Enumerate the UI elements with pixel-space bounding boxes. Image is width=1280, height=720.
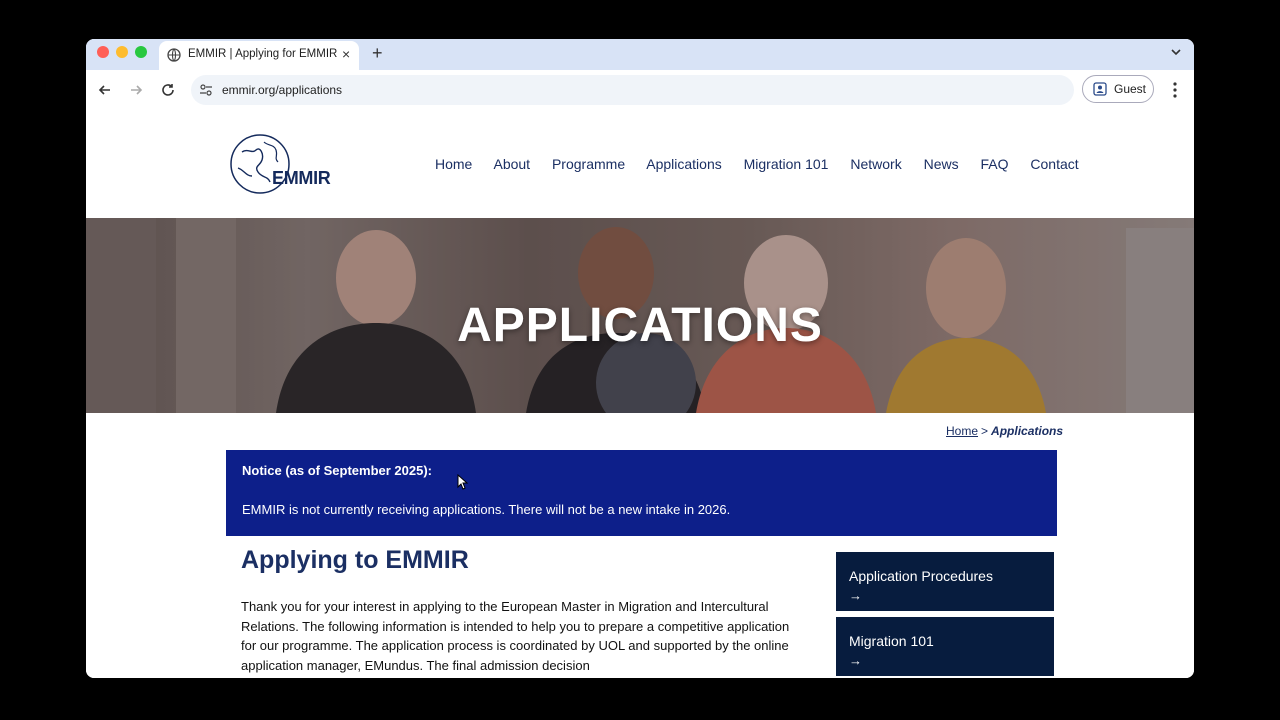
intro-paragraph: Thank you for your interest in applying … xyxy=(241,599,790,673)
notice-title: Notice (as of September 2025): xyxy=(242,463,433,478)
sidebar-link-application-procedures[interactable]: Application Procedures → xyxy=(836,552,1054,611)
close-window-button[interactable] xyxy=(97,46,109,58)
browser-toolbar: emmir.org/applications Guest xyxy=(86,70,1194,110)
web-page: EMMIR Home About Programme Applications … xyxy=(86,110,1194,678)
tab-strip: EMMIR | Applying for EMMIR × + xyxy=(86,39,1194,70)
reload-icon[interactable] xyxy=(158,80,178,100)
nav-network[interactable]: Network xyxy=(850,156,901,172)
site-settings-icon[interactable] xyxy=(199,83,213,97)
breadcrumb-current: Applications xyxy=(991,424,1064,438)
nav-contact[interactable]: Contact xyxy=(1030,156,1078,172)
address-bar[interactable]: emmir.org/applications xyxy=(191,75,1074,105)
mouse-cursor-icon xyxy=(457,474,469,490)
main-nav: Home About Programme Applications Migrat… xyxy=(435,156,1097,172)
tab-title: EMMIR | Applying for EMMIR xyxy=(188,48,338,60)
notice-body: EMMIR is not currently receiving applica… xyxy=(242,502,731,517)
nav-programme[interactable]: Programme xyxy=(552,156,625,172)
minimize-window-button[interactable] xyxy=(116,46,128,58)
breadcrumb: Home > Applications xyxy=(946,424,1063,438)
breadcrumb-home-link[interactable]: Home xyxy=(946,424,978,438)
hero-title: APPLICATIONS xyxy=(457,299,823,352)
logo-text: EMMIR xyxy=(272,168,331,188)
page-heading: Applying to EMMIR xyxy=(241,546,469,574)
arrow-right-icon: → xyxy=(849,653,862,668)
maximize-window-button[interactable] xyxy=(135,46,147,58)
url-text[interactable]: emmir.org/applications xyxy=(222,83,342,97)
globe-icon xyxy=(167,48,181,62)
new-tab-button[interactable]: + xyxy=(372,42,383,64)
nav-home[interactable]: Home xyxy=(435,156,472,172)
profile-button[interactable]: Guest xyxy=(1082,75,1154,103)
nav-faq[interactable]: FAQ xyxy=(981,156,1009,172)
sidebar-link-label: Migration 101 xyxy=(849,633,934,649)
sidebar-link-migration-101[interactable]: Migration 101 → xyxy=(836,617,1054,676)
nav-about[interactable]: About xyxy=(493,156,530,172)
sidebar-link-label: Application Procedures xyxy=(849,568,993,584)
hero-banner: APPLICATIONS xyxy=(86,218,1194,413)
nav-migration-101[interactable]: Migration 101 xyxy=(744,156,829,172)
active-tab[interactable]: EMMIR | Applying for EMMIR × xyxy=(159,41,359,70)
profile-label: Guest xyxy=(1114,82,1147,96)
back-arrow-icon[interactable] xyxy=(95,80,115,100)
more-options-icon[interactable] xyxy=(1169,80,1181,100)
profile-icon xyxy=(1093,82,1107,96)
tab-close-icon[interactable]: × xyxy=(342,46,350,62)
forward-arrow-icon[interactable] xyxy=(126,80,146,100)
nav-applications[interactable]: Applications xyxy=(646,156,722,172)
notice-box: Notice (as of September 2025): EMMIR is … xyxy=(226,450,1057,536)
site-logo[interactable]: EMMIR xyxy=(230,132,334,196)
chevron-down-icon[interactable] xyxy=(1168,44,1184,60)
breadcrumb-separator: > xyxy=(981,424,989,438)
arrow-right-icon: → xyxy=(849,588,862,603)
browser-window: EMMIR | Applying for EMMIR × + emmir.org… xyxy=(86,39,1194,678)
site-header: EMMIR Home About Programme Applications … xyxy=(86,110,1194,218)
nav-news[interactable]: News xyxy=(924,156,959,172)
